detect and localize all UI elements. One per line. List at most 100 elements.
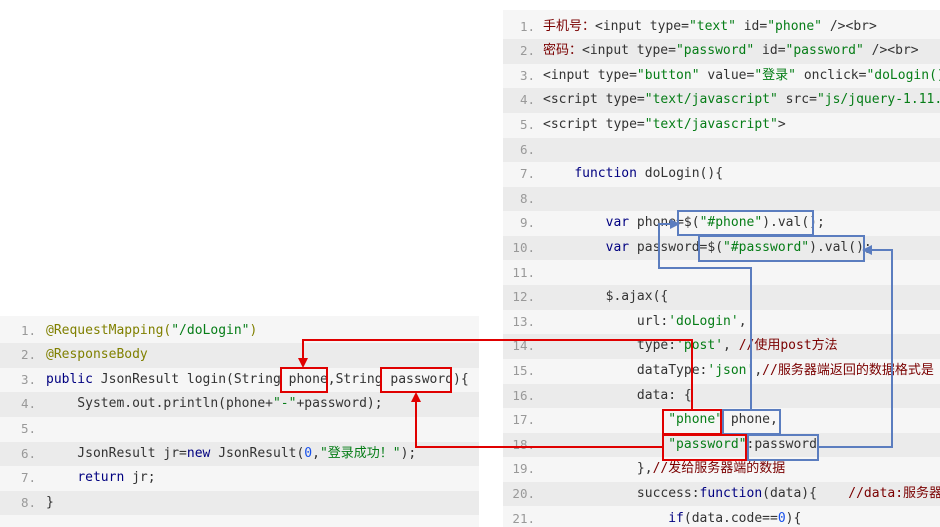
code-token: "button" [636,67,700,83]
line-number: 2. [20,347,36,363]
code-line: 15. dataType:'json',//服务器端返回的数据格式是 [503,358,940,384]
code-token: 0 [777,510,786,526]
code-token: $.ajax({ [543,289,669,305]
code-line: 2. @ResponseBody [0,343,479,368]
line-number: 19. [512,461,535,477]
code-token: success: [543,485,700,501]
code-token: phone [288,371,328,387]
code-token: id= [754,43,786,59]
code-token: new [186,445,211,461]
code-token: JsonResult login(String [92,371,289,387]
code-token: jr; [124,470,156,486]
code-token: function [574,166,637,182]
code-token: return [77,470,125,486]
line-number: 15. [512,362,535,378]
code-token: "#phone" [699,215,763,231]
code-token: }, [543,461,653,477]
code-text: 手机号：<input type="text" id="phone" /><br> [543,15,877,40]
code-token: } [46,494,54,510]
code-line: 1. @RequestMapping("/doLogin") [0,318,479,344]
code-token: 手机号： [543,18,596,34]
code-token: (data.code== [683,510,778,526]
code-token: //使用post方法 [738,338,838,354]
code-token: "doLogin() [866,67,940,83]
code-token: "text" [688,18,736,34]
code-token: JsonResult( [210,445,305,461]
code-text: @RequestMapping("/doLogin") [46,319,257,344]
line-number: 21. [512,510,535,526]
code-token: ) [249,322,258,338]
code-token: dataType: [543,362,708,378]
code-token: "phone" [668,412,724,428]
code-text: public JsonResult login(String phone,Str… [46,368,469,393]
code-token: phone, [723,412,778,428]
code-token: System.out.println(phone+ [46,396,273,412]
line-number: 11. [512,264,535,280]
line-number: 1. [20,322,36,338]
line-number: 1. [519,18,535,34]
code-text: "phone" phone, [543,408,778,433]
code-token: "#password" [723,239,810,255]
code-token: "text/javascript" [644,116,778,132]
code-token: "password" [668,436,747,452]
code-token: type: [543,338,677,354]
code-text: var password=$("#password").val(); [543,236,872,261]
code-token: //发给服务器端的数据 [652,461,786,477]
code-token: password [390,371,454,387]
code-line: 21. if(data.code==0){ [503,506,940,527]
code-text: } [46,491,54,516]
code-text: "password":password [543,433,817,458]
code-token: <script type= [543,116,645,132]
code-line: 19. },//发给服务器端的数据 [503,457,940,482]
code-token: src= [777,92,817,108]
code-text: $.ajax({ [543,285,669,310]
code-token: <input type= [543,67,637,83]
code-token: /><br> [822,18,877,34]
code-token: public [46,371,93,387]
code-token: /><br> [863,43,919,59]
code-line: 8.} [0,490,479,516]
code-token: ).val(); [809,239,872,255]
code-line: 18. "password":password [503,432,940,458]
code-token: @RequestMapping( [46,322,172,338]
line-number: 8. [20,494,36,510]
line-number: 5. [519,116,535,132]
code-line: 6. [503,137,940,163]
code-token: <input type= [582,43,676,59]
code-line: 13. url:'doLogin', [503,309,940,335]
code-text: return jr; [46,466,156,491]
line-number: 10. [512,239,535,255]
code-text: System.out.println(phone+"-"+password); [46,392,382,417]
html-js-code-panel: 1. 手机号：<input type="text" id="phone" /><b… [503,10,940,527]
line-number: 7. [519,166,535,182]
code-line: 4. <script type="text/javascript" src="js… [503,88,940,113]
code-token: "js/jquery-1.11.0 [816,92,940,108]
code-token: "text/javascript" [644,92,778,108]
code-line: 3. public JsonResult login(String phone,S… [0,367,479,393]
code-text: function doLogin(){ [543,162,723,187]
code-token: var [605,215,630,231]
code-token: //data:服务器端 [848,485,940,501]
code-line: 12. $.ajax({ [503,285,940,310]
line-number: 20. [512,485,535,501]
line-number: 3. [20,371,36,387]
code-text: if(data.code==0){ [543,507,801,527]
code-token: function [699,485,763,501]
code-text: success:function(data){ //data:服务器端 [543,482,940,507]
code-token: var [605,239,630,255]
code-line: 7. function doLogin(){ [503,162,940,187]
line-number: 18. [512,436,535,452]
code-token: , [723,338,739,354]
line-number: 8. [519,190,535,206]
code-token: id= [735,18,768,34]
code-token: "password" [675,43,755,59]
line-number: 7. [20,470,36,486]
line-number: 6. [20,445,36,461]
line-number: 2. [519,43,535,59]
code-token: <script type= [543,92,645,108]
code-text: 密码：<input type="password" id="password" … [543,39,919,64]
code-text: <input type="button" value="登录" onclick=… [543,64,940,89]
